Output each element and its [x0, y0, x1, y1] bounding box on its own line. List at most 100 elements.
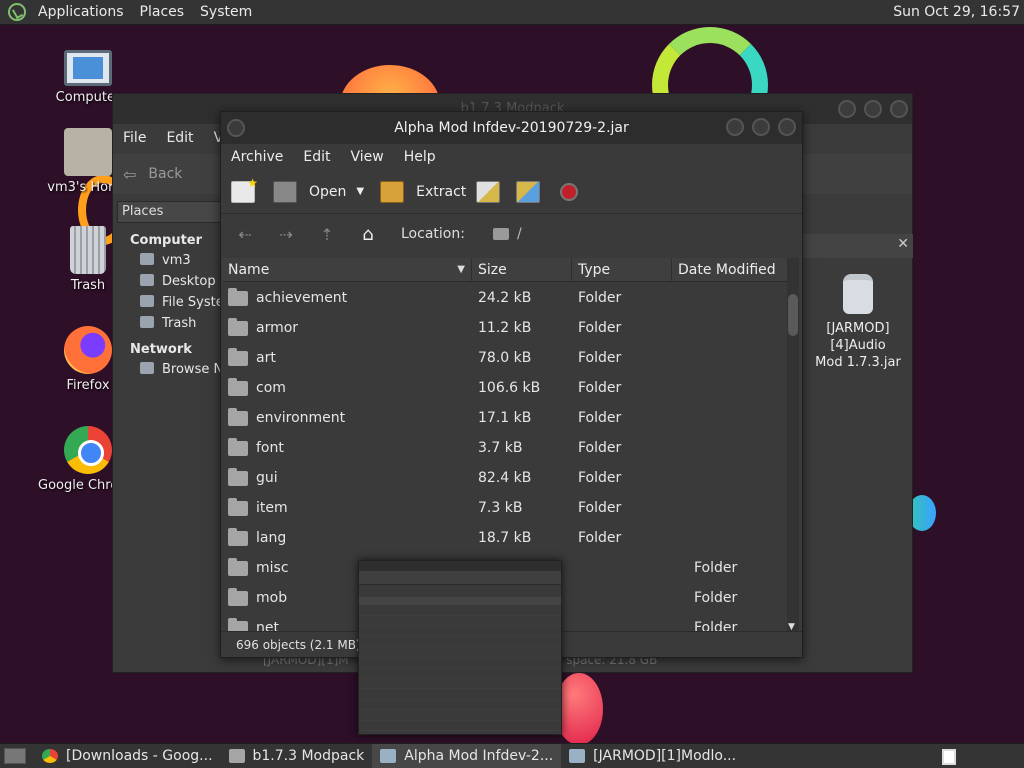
maximize-button[interactable] — [864, 100, 882, 118]
extract-icon[interactable] — [380, 180, 405, 203]
scrollbar-thumb[interactable] — [788, 294, 798, 336]
folder-icon — [228, 407, 248, 426]
trash-icon — [140, 316, 154, 328]
os-logo-icon[interactable] — [8, 3, 26, 21]
taskbar-item-downloads[interactable]: [Downloads - Goog... — [34, 744, 221, 768]
chrome-icon — [42, 749, 58, 763]
folder-icon — [228, 377, 248, 396]
menu-edit[interactable]: Edit — [293, 149, 340, 165]
desktop-icon — [140, 274, 154, 286]
stop-icon[interactable] — [560, 182, 579, 201]
extract-button[interactable]: Extract — [416, 184, 466, 200]
folder-icon — [228, 287, 248, 306]
column-header-name[interactable]: Name — [222, 258, 472, 282]
maximize-button[interactable] — [752, 118, 770, 136]
back-button[interactable]: Back — [148, 166, 182, 182]
table-row[interactable]: item 7.3 kB Folder — [222, 493, 788, 523]
menu-archive[interactable]: Archive — [221, 149, 293, 165]
sidebar-item-browse-network[interactable]: Browse Network — [113, 359, 225, 380]
folder-icon — [228, 557, 248, 576]
sidebar-heading-network: Network — [130, 342, 192, 357]
table-row[interactable]: achievement 24.2 kB Folder — [222, 283, 788, 313]
window-menu-button[interactable] — [227, 119, 245, 137]
close-icon[interactable]: ✕ — [897, 236, 909, 252]
thumbnail-row — [359, 605, 561, 616]
thumbnail-row — [359, 668, 561, 679]
location-path[interactable]: / — [517, 226, 522, 242]
menu-applications[interactable]: Applications — [30, 4, 132, 20]
window-controls — [838, 100, 908, 118]
column-header-date-modified[interactable]: Date Modified — [672, 258, 788, 281]
thumbnail-location — [359, 585, 561, 597]
thumbnail-header — [359, 597, 561, 605]
archive-menubar: Archive Edit View Help — [221, 144, 802, 170]
window-thumbnail-preview[interactable] — [358, 560, 562, 735]
sidebar-item-file-system[interactable]: File System — [113, 292, 225, 313]
menu-file[interactable]: File — [113, 130, 156, 146]
folder-icon — [492, 228, 509, 240]
menu-help[interactable]: Help — [394, 149, 446, 165]
menu-places[interactable]: Places — [132, 4, 193, 20]
taskbar-item-modpack[interactable]: b1.7.3 Modpack — [221, 744, 373, 768]
taskbar-item-alpha-mod[interactable]: Alpha Mod Infdev-2... — [372, 743, 562, 768]
network-icon — [140, 362, 154, 374]
table-row[interactable]: art 78.0 kB Folder — [222, 343, 788, 373]
file-manager-pane-header: ✕ — [803, 234, 913, 258]
table-row[interactable]: gui 82.4 kB Folder — [222, 463, 788, 493]
sidebar-heading-computer: Computer — [130, 233, 203, 248]
computer-icon — [64, 50, 112, 86]
table-row[interactable]: armor 11.2 kB Folder — [222, 313, 788, 343]
archive-titlebar[interactable]: Alpha Mod Infdev-20190729-2.jar — [221, 112, 802, 144]
desktop-icon-label: Firefox — [66, 378, 110, 393]
open-icon[interactable] — [273, 180, 297, 203]
minimize-button[interactable] — [838, 100, 856, 118]
menu-edit[interactable]: Edit — [156, 130, 203, 146]
show-desktop-icon[interactable] — [4, 748, 26, 764]
taskbar: [Downloads - Goog... b1.7.3 Modpack Alph… — [0, 743, 1024, 768]
forward-arrow-icon[interactable]: ⇢ — [274, 225, 298, 244]
wallpaper-shape — [555, 673, 603, 743]
home-icon[interactable]: ⌂ — [356, 224, 380, 245]
minimize-button[interactable] — [726, 118, 744, 136]
up-arrow-icon[interactable]: ⇡ — [315, 225, 339, 244]
file-manager-menubar: File Edit Vi — [113, 124, 237, 152]
folder-icon — [228, 749, 245, 763]
file-item-jar[interactable]: [JARMOD][4]Audio Mod 1.7.3.jar — [803, 274, 913, 371]
folder-icon — [228, 467, 248, 486]
column-header-size[interactable]: Size — [472, 258, 572, 281]
taskbar-item-jarmod[interactable]: [JARMOD][1]Modlo... — [561, 744, 744, 768]
back-arrow-icon[interactable]: ⇦ — [123, 165, 136, 184]
thumbnail-toolbar — [359, 571, 561, 585]
file-list-scrollbar[interactable]: ▼ — [787, 258, 799, 632]
clock[interactable]: Sun Oct 29, 16:57 — [893, 4, 1020, 20]
workspace-switcher-icon[interactable] — [942, 749, 956, 765]
sidebar-item-vm3[interactable]: vm3 — [113, 250, 225, 271]
drive-icon — [140, 295, 154, 307]
table-row[interactable]: lang 18.7 kB Folder — [222, 523, 788, 553]
table-row[interactable]: com 106.6 kB Folder — [222, 373, 788, 403]
location-bar: ⇠ ⇢ ⇡ ⌂ Location: / — [221, 214, 802, 254]
window-title: Alpha Mod Infdev-20190729-2.jar — [394, 120, 629, 136]
add-folder-icon[interactable] — [516, 180, 541, 203]
thumbnail-row — [359, 689, 561, 700]
thumbnail-row — [359, 647, 561, 658]
table-row[interactable]: font 3.7 kB Folder — [222, 433, 788, 463]
add-files-icon[interactable] — [476, 180, 501, 203]
column-header-type[interactable]: Type — [572, 258, 672, 281]
sidebar-item-trash[interactable]: Trash — [113, 313, 225, 334]
close-button[interactable] — [890, 100, 908, 118]
thumbnail-row — [359, 721, 561, 731]
table-row[interactable]: environment 17.1 kB Folder — [222, 403, 788, 433]
places-selector[interactable]: Places — [117, 201, 221, 223]
sidebar-item-desktop[interactable]: Desktop — [113, 271, 225, 292]
new-archive-icon[interactable] — [231, 176, 258, 203]
menu-view[interactable]: View — [341, 149, 394, 165]
back-arrow-icon[interactable]: ⇠ — [233, 225, 257, 244]
file-item-label: Mod 1.7.3.jar — [815, 355, 901, 370]
folder-icon — [228, 317, 248, 336]
open-button[interactable]: Open — [309, 184, 346, 200]
thumbnail-menubar — [359, 561, 561, 571]
open-dropdown-chevron-icon[interactable]: ▼ — [356, 186, 364, 197]
menu-system[interactable]: System — [192, 4, 260, 20]
close-button[interactable] — [778, 118, 796, 136]
